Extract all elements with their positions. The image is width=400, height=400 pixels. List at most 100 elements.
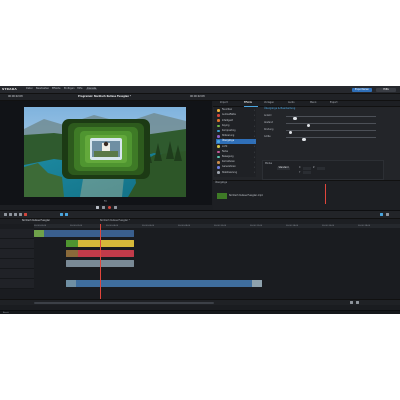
- coord-z-input[interactable]: [317, 166, 325, 170]
- chevron-right-icon: ›: [254, 155, 255, 159]
- video-content: [24, 107, 186, 197]
- chevron-right-icon: ›: [254, 124, 255, 128]
- category-icon: [217, 119, 220, 122]
- category-label: Audioeffekte: [222, 113, 236, 117]
- category-icon: [217, 109, 220, 112]
- param-label: Abstand: [264, 120, 273, 124]
- app-logo: STRADA: [2, 87, 17, 91]
- category-label: Korrekturen: [222, 160, 235, 164]
- media-tab[interactable]: Übergänge: [215, 181, 227, 184]
- tab-audio[interactable]: Audio: [288, 101, 295, 104]
- audio-clip[interactable]: [66, 280, 262, 287]
- stop-icon[interactable]: [102, 205, 105, 209]
- chevron-right-icon: ›: [254, 145, 255, 149]
- loop-icon[interactable]: [114, 205, 117, 209]
- menu-file[interactable]: Datei: [26, 87, 32, 90]
- timeline-ruler[interactable]: 00:00:00:00 00:00:02:00 00:00:04:00 00:00:0…: [34, 224, 400, 228]
- record-icon[interactable]: [108, 205, 111, 209]
- snap-icon[interactable]: [60, 213, 63, 216]
- ruler-tick-label: 00:00:16:00: [322, 224, 335, 227]
- menu-bar: STRADA Datei Bearbeiten Effekte Einfügen…: [0, 86, 400, 94]
- param-label: Anzahl: [264, 113, 272, 117]
- chevron-right-icon: ›: [254, 140, 255, 144]
- chevron-right-icon: ›: [254, 119, 255, 123]
- category-label: Bewegung: [222, 155, 234, 159]
- effect-category-item[interactable]: Stabilisierung ›: [216, 170, 256, 175]
- param-slider[interactable]: [286, 136, 376, 142]
- category-icon: [217, 155, 220, 159]
- coord-y-input[interactable]: [303, 171, 311, 174]
- effects-category-list: Favoriten › Audioeffekte › Intelligent › Keyin…: [214, 107, 256, 177]
- clip-name[interactable]: Nordisch Kulisse Fussglan.mp4: [229, 194, 263, 197]
- menu-services[interactable]: Dienste: [86, 87, 98, 91]
- video-editor-window: STRADA Datei Bearbeiten Effekte Einfügen…: [0, 86, 400, 314]
- param-slider[interactable]: [286, 129, 376, 135]
- tab-menu[interactable]: Menü: [310, 101, 316, 104]
- menu-edit[interactable]: Bearbeiten: [36, 87, 49, 90]
- clip-thumbnail[interactable]: [217, 193, 227, 199]
- export-button[interactable]: Exportieren: [352, 87, 372, 92]
- ruler-tick-label: 00:00:00:00: [34, 224, 47, 227]
- magnet-icon[interactable]: [65, 213, 68, 216]
- play-icon[interactable]: [96, 205, 99, 209]
- timeline-tab-1[interactable]: Nordisch Kulisse Fussglan: [22, 219, 50, 222]
- coord-x-input[interactable]: [303, 166, 311, 170]
- tab-templates[interactable]: Vorlagen: [264, 101, 274, 104]
- chevron-right-icon: ›: [254, 129, 255, 133]
- media-pool: Übergänge Nordisch Kulisse Fussglan.mp4: [213, 180, 400, 210]
- cut-icon[interactable]: [14, 213, 17, 216]
- category-icon: [217, 114, 220, 117]
- status-text: Bereit: [3, 311, 9, 314]
- category-label: Intelligent: [222, 118, 234, 122]
- menu-effects[interactable]: Effekte: [52, 87, 60, 90]
- param-row: Abstand: [262, 120, 398, 128]
- timeline-playhead[interactable]: [100, 224, 101, 304]
- tab-effects[interactable]: Effekte: [244, 101, 252, 104]
- category-icon: [217, 166, 220, 169]
- category-icon: [217, 145, 220, 148]
- redo-icon[interactable]: [9, 213, 12, 216]
- scrollbar-thumb[interactable]: [34, 301, 214, 304]
- zoom-label[interactable]: Fit: [104, 200, 107, 203]
- param-row: Größe: [262, 134, 398, 142]
- category-label: Licht: [222, 144, 228, 148]
- timecode-left: 00:00:02:08: [8, 94, 23, 98]
- undo-icon[interactable]: [4, 213, 7, 216]
- menu-help[interactable]: Hilfe: [77, 87, 82, 90]
- video-frame[interactable]: [24, 107, 186, 197]
- category-label: Farbe: [222, 149, 229, 153]
- marker-icon[interactable]: [24, 213, 27, 216]
- slider-knob[interactable]: [302, 137, 306, 142]
- tab-export[interactable]: Export: [330, 101, 338, 104]
- category-icon: [217, 140, 220, 143]
- category-icon: [217, 124, 220, 128]
- status-bar: Bereit: [0, 310, 400, 314]
- timeline-scrollbar[interactable]: [0, 299, 400, 305]
- ruler-tick-label: 00:00:12:00: [250, 224, 263, 227]
- track-header-5: [0, 269, 34, 279]
- menu-insert[interactable]: Einfügen: [64, 87, 75, 90]
- delete-icon[interactable]: [19, 213, 22, 216]
- ruler-tick-label: 00:00:04:00: [106, 224, 119, 227]
- param-slider[interactable]: [286, 115, 376, 121]
- category-icon: [217, 150, 220, 154]
- video-clip-main[interactable]: [34, 230, 134, 237]
- ruler-tick-label: 00:00:08:00: [178, 224, 191, 227]
- audio-clip-thumb: [66, 280, 76, 287]
- view-mode-icon[interactable]: [380, 213, 383, 216]
- tab-import[interactable]: Import: [220, 101, 228, 104]
- zoom-out-icon[interactable]: [350, 301, 353, 304]
- param-slider[interactable]: [286, 122, 376, 128]
- ruler-tick-label: 00:00:18:00: [358, 224, 371, 227]
- ruler-tick-label: 00:00:14:00: [286, 224, 299, 227]
- zoom-in-icon[interactable]: [356, 301, 359, 304]
- title-clip-thumb: [66, 240, 78, 247]
- mode-select[interactable]: Standard: [277, 167, 290, 170]
- help-button[interactable]: Hilfe: [376, 87, 396, 92]
- category-icon: [217, 171, 220, 174]
- track-header-3: [0, 249, 34, 259]
- settings-icon[interactable]: [386, 213, 389, 216]
- timeline-tab-2[interactable]: Nordisch Kulisse Fussglan *: [100, 219, 130, 222]
- preview-header: 00:00:02:08 Programm: Nordisch Kulisse F…: [0, 94, 400, 101]
- param-label: Größe: [264, 134, 271, 138]
